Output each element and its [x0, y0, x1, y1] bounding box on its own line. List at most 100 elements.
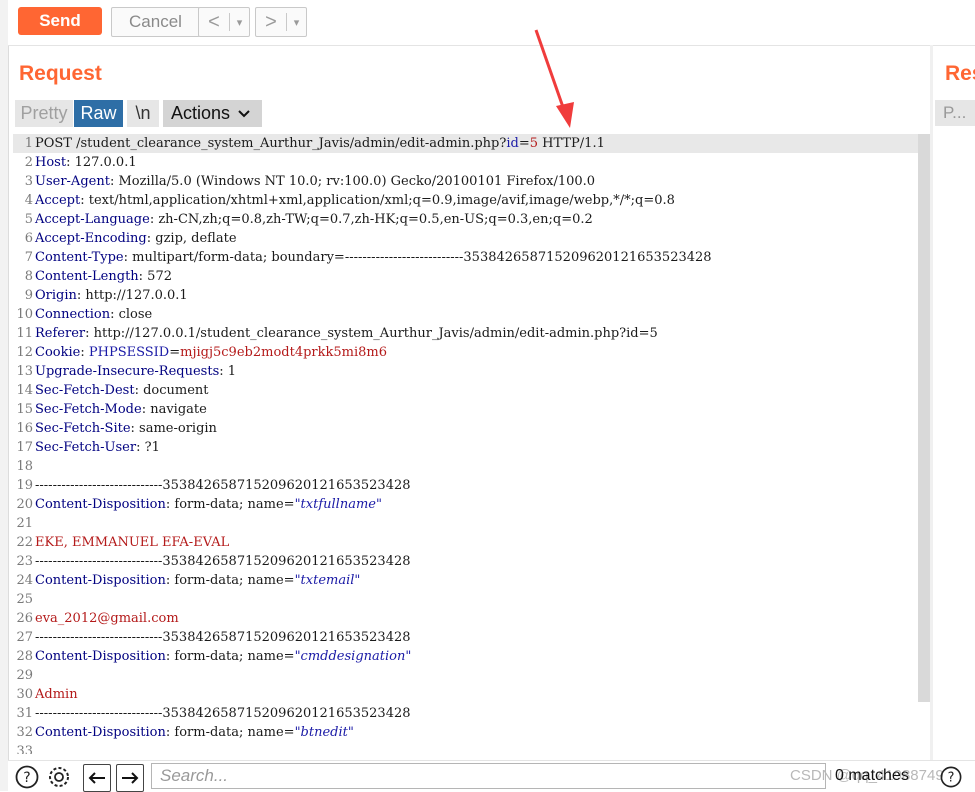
- request-editor[interactable]: 1 POST /student_clearance_system_Aurthur_…: [13, 134, 930, 754]
- chevron-down-icon: [238, 107, 250, 121]
- back-arrow-icon[interactable]: <: [199, 11, 229, 34]
- editor-line[interactable]: 1 POST /student_clearance_system_Aurthur_…: [13, 134, 930, 153]
- editor-line[interactable]: 14 Sec-Fetch-Dest: document: [13, 381, 930, 400]
- editor-line[interactable]: 22 EKE, EMMANUEL EFA-EVAL: [13, 533, 930, 552]
- editor-line[interactable]: 33: [13, 742, 930, 754]
- search-input[interactable]: Search...: [151, 763, 826, 789]
- code-token: "btnedit": [294, 725, 354, 740]
- code-token: -----------------------------35384265871…: [35, 478, 411, 493]
- gear-icon[interactable]: [46, 764, 72, 790]
- code-token: : navigate: [141, 402, 207, 417]
- line-number: 8: [24, 269, 33, 284]
- code-token: HTTP/1.1: [538, 136, 605, 151]
- tab-raw[interactable]: Raw: [74, 100, 123, 127]
- response-tab-pretty[interactable]: P...: [935, 100, 975, 126]
- code-token: POST /student_clearance_system_Aurthur_J…: [35, 136, 507, 151]
- code-token: Sec-Fetch-Mode: [35, 402, 142, 417]
- editor-line[interactable]: 24 Content-Disposition: form-data; name="…: [13, 571, 930, 590]
- cancel-button[interactable]: Cancel: [111, 7, 200, 37]
- line-number: 25: [16, 592, 33, 607]
- line-number: 4: [24, 193, 33, 208]
- code-token: Referer: [35, 326, 86, 341]
- line-number: 32: [16, 725, 33, 740]
- editor-line[interactable]: 4 Accept: text/html,application/xhtml+xml…: [13, 191, 930, 210]
- editor-line[interactable]: 15 Sec-Fetch-Mode: navigate: [13, 400, 930, 419]
- editor-line[interactable]: 13 Upgrade-Insecure-Requests: 1: [13, 362, 930, 381]
- editor-line[interactable]: 23 -----------------------------353842658…: [13, 552, 930, 571]
- code-token: Accept-Language: [35, 212, 150, 227]
- actions-menu-button[interactable]: Actions: [163, 100, 262, 127]
- editor-line[interactable]: 27 -----------------------------353842658…: [13, 628, 930, 647]
- code-token: Upgrade-Insecure-Requests: [35, 364, 220, 379]
- editor-line[interactable]: 28 Content-Disposition: form-data; name="…: [13, 647, 930, 666]
- history-forward-group[interactable]: > ▾: [255, 7, 307, 37]
- code-token: Sec-Fetch-Site: [35, 421, 131, 436]
- editor-line[interactable]: 25: [13, 590, 930, 609]
- editor-line[interactable]: 17 Sec-Fetch-User: ?1: [13, 438, 930, 457]
- bottom-search-bar: ? Search... CSDN @qq_41988749 0 matches …: [8, 760, 975, 792]
- next-match-button[interactable]: [116, 764, 144, 792]
- forward-arrow-icon[interactable]: >: [256, 11, 286, 34]
- forward-dropdown-icon[interactable]: ▾: [287, 16, 306, 29]
- editor-line[interactable]: 6 Accept-Encoding: gzip, deflate: [13, 229, 930, 248]
- editor-line[interactable]: 10 Connection: close: [13, 305, 930, 324]
- editor-line[interactable]: 11 Referer: http://127.0.0.1/student_clea…: [13, 324, 930, 343]
- editor-line[interactable]: 8 Content-Length: 572: [13, 267, 930, 286]
- code-token: 5: [529, 136, 538, 151]
- code-token: : zh-CN,zh;q=0.8,zh-TW;q=0.7,zh-HK;q=0.5…: [149, 212, 593, 227]
- tab-show-newlines[interactable]: \n: [127, 100, 159, 127]
- line-number: 20: [16, 497, 33, 512]
- code-token: : Mozilla/5.0 (Windows NT 10.0; rv:100.0…: [109, 174, 596, 189]
- previous-match-button[interactable]: [83, 764, 111, 792]
- editor-line[interactable]: 3 User-Agent: Mozilla/5.0 (Windows NT 10.…: [13, 172, 930, 191]
- code-token: -----------------------------35384265871…: [35, 706, 411, 721]
- line-number: 30: [16, 687, 33, 702]
- arrow-left-icon: [88, 772, 105, 784]
- code-token: -----------------------------35384265871…: [35, 554, 411, 569]
- help-icon[interactable]: ?: [14, 764, 40, 790]
- back-dropdown-icon[interactable]: ▾: [230, 16, 249, 29]
- code-token: : same-origin: [130, 421, 217, 436]
- code-token: Content-Disposition: [35, 497, 166, 512]
- tab-pretty[interactable]: Pretty: [15, 100, 73, 127]
- line-number: 24: [16, 573, 33, 588]
- editor-line[interactable]: 20 Content-Disposition: form-data; name="…: [13, 495, 930, 514]
- editor-line[interactable]: 31 -----------------------------353842658…: [13, 704, 930, 723]
- code-token: : 127.0.0.1: [66, 155, 137, 170]
- editor-line[interactable]: 12 Cookie: PHPSESSID=mjigj5c9eb2modt4prkk…: [13, 343, 930, 362]
- red-arrow-annotation-icon: [534, 29, 574, 128]
- editor-scrollbar[interactable]: [918, 134, 930, 702]
- code-token: : document: [134, 383, 209, 398]
- svg-text:?: ?: [948, 771, 955, 786]
- editor-line[interactable]: 9 Origin: http://127.0.0.1: [13, 286, 930, 305]
- editor-line[interactable]: 7 Content-Type: multipart/form-data; boun…: [13, 248, 930, 267]
- line-number: 22: [16, 535, 33, 550]
- editor-line[interactable]: 18: [13, 457, 930, 476]
- history-back-group[interactable]: < ▾: [198, 7, 250, 37]
- editor-line[interactable]: 29: [13, 666, 930, 685]
- code-token: "txtfullname": [294, 497, 382, 512]
- editor-line[interactable]: 2 Host: 127.0.0.1: [13, 153, 930, 172]
- code-token: eva_2012@gmail.com: [35, 611, 179, 626]
- editor-line[interactable]: 16 Sec-Fetch-Site: same-origin: [13, 419, 930, 438]
- editor-line[interactable]: 5 Accept-Language: zh-CN,zh;q=0.8,zh-TW;q…: [13, 210, 930, 229]
- code-token: Cookie: [35, 345, 81, 360]
- code-token: : http://127.0.0.1/student_clearance_sys…: [85, 326, 658, 341]
- line-number: 9: [24, 288, 33, 303]
- code-token: : http://127.0.0.1: [76, 288, 188, 303]
- code-token: Accept: [35, 193, 81, 208]
- line-number: 7: [24, 250, 33, 265]
- line-number: 26: [16, 611, 33, 626]
- code-token: : multipart/form-data; boundary=--------…: [123, 250, 712, 265]
- editor-line[interactable]: 30 Admin: [13, 685, 930, 704]
- send-button[interactable]: Send: [18, 7, 102, 35]
- help-icon-right[interactable]: ?: [938, 764, 964, 790]
- editor-line[interactable]: 19 -----------------------------353842658…: [13, 476, 930, 495]
- line-number: 31: [16, 706, 33, 721]
- editor-line[interactable]: 21: [13, 514, 930, 533]
- editor-line[interactable]: 32 Content-Disposition: form-data; name="…: [13, 723, 930, 742]
- code-token: =: [518, 136, 530, 151]
- editor-line[interactable]: 26 eva_2012@gmail.com: [13, 609, 930, 628]
- panel-splitter[interactable]: [930, 45, 933, 760]
- code-token: Sec-Fetch-Dest: [35, 383, 135, 398]
